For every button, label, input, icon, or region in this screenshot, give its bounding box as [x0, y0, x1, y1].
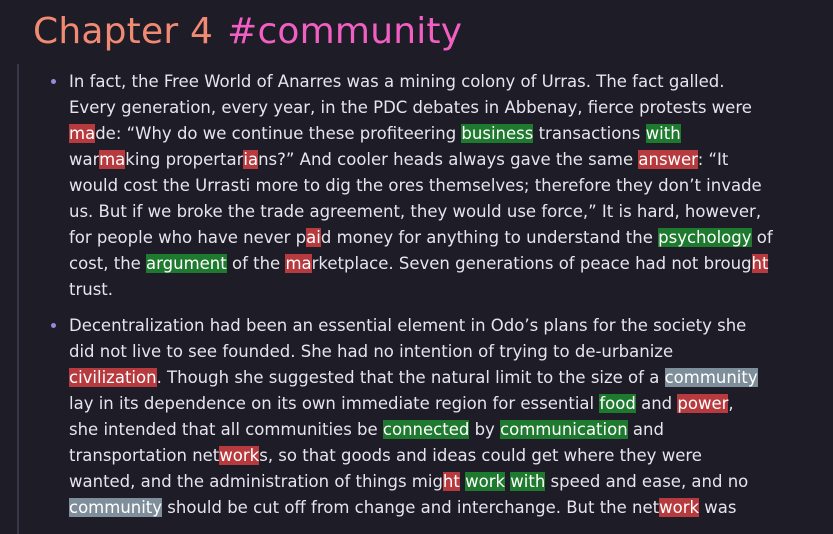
text-segment: did not live to see founded. She had no …: [69, 342, 674, 361]
text-line: warmaking propertarians?” And cooler hea…: [69, 147, 817, 173]
text-line: Decentralization had been an essential e…: [69, 313, 817, 339]
highlighted-word-red[interactable]: work: [219, 446, 260, 465]
text-segment: transportation net: [69, 446, 220, 465]
text-segment: cost, the: [69, 254, 147, 273]
text-segment: : “It: [697, 150, 729, 169]
bullet-dot: [51, 79, 56, 84]
text-segment: rketplace. Seven generations of peace ha…: [311, 254, 752, 273]
highlighted-word-red[interactable]: ai: [306, 228, 321, 247]
text-segment: de: “Why do we continue these profiteeri…: [95, 124, 462, 143]
text-line: us. But if we broke the trade agreement,…: [69, 199, 817, 225]
text-line: civilization. Though she suggested that …: [69, 365, 817, 391]
text-segment: wanted, and the administration of things…: [69, 472, 443, 491]
highlighted-word-red[interactable]: power: [677, 394, 729, 413]
highlighted-word-gray[interactable]: community: [664, 368, 758, 387]
highlighted-word-red[interactable]: ma: [99, 150, 126, 169]
text-segment: of the: [226, 254, 286, 273]
highlighted-word-green[interactable]: work: [465, 472, 506, 491]
text-segment: Decentralization had been an essential e…: [69, 316, 747, 335]
text-line: for people who have never paid money for…: [69, 225, 817, 251]
text-segment: us. But if we broke the trade agreement,…: [69, 202, 762, 221]
highlighted-word-green[interactable]: argument: [146, 254, 227, 273]
text-segment: king propertar: [125, 150, 244, 169]
text-line: cost, the argument of the marketplace. S…: [69, 251, 817, 277]
highlighted-word-green[interactable]: with: [510, 472, 546, 491]
highlighted-word-green[interactable]: connected: [382, 420, 470, 439]
bullet-dot: [51, 323, 56, 328]
text-segment: ns?” And cooler heads always gave the sa…: [258, 150, 639, 169]
text-segment: she intended that all communities be: [69, 420, 383, 439]
text-segment: ,: [728, 394, 734, 413]
text-line: transportation networks, so that goods a…: [69, 443, 817, 469]
highlighted-word-red[interactable]: answer: [638, 150, 698, 169]
text-segment: war: [69, 150, 100, 169]
highlighted-word-red[interactable]: ma: [69, 124, 96, 143]
text-line: wanted, and the administration of things…: [69, 469, 817, 495]
text-segment: d money for anything to understand the: [320, 228, 659, 247]
bullet-item: Decentralization had been an essential e…: [47, 313, 817, 521]
highlighted-word-red[interactable]: ma: [285, 254, 312, 273]
bullet-paragraph: In fact, the Free World of Anarres was a…: [69, 69, 817, 303]
text-line: community should be cut off from change …: [69, 495, 817, 521]
text-line: In fact, the Free World of Anarres was a…: [69, 69, 817, 95]
text-segment: by: [469, 420, 501, 439]
text-line: made: “Why do we continue these profitee…: [69, 121, 817, 147]
text-segment: In fact, the Free World of Anarres was a…: [69, 72, 725, 91]
text-line: did not live to see founded. She had no …: [69, 339, 817, 365]
text-line: she intended that all communities be con…: [69, 417, 817, 443]
text-segment: speed and ease, and no: [545, 472, 749, 491]
text-segment: transactions: [533, 124, 646, 143]
highlighted-word-green[interactable]: with: [645, 124, 681, 143]
highlighted-word-green[interactable]: communication: [500, 420, 628, 439]
highlighted-word-green[interactable]: psychology: [658, 228, 752, 247]
text-segment: was: [699, 498, 737, 517]
text-line: trust.: [69, 277, 817, 303]
text-segment: . Though she suggested that the natural …: [156, 368, 665, 387]
text-line: Every generation, every year, in the PDC…: [69, 95, 817, 121]
highlighted-word-green[interactable]: business: [461, 124, 534, 143]
text-segment: and: [635, 394, 678, 413]
highlighted-word-gray[interactable]: community: [69, 498, 163, 517]
text-line: lay in its dependence on its own immedia…: [69, 391, 817, 417]
text-segment: s, so that goods and ideas could get whe…: [259, 446, 702, 465]
highlighted-word-red[interactable]: ht: [442, 472, 460, 491]
page-title: Chapter 4 #community: [33, 8, 462, 56]
text-segment: should be cut off from change and interc…: [162, 498, 660, 517]
community-tag[interactable]: #community: [227, 11, 462, 52]
text-segment: lay in its dependence on its own immedia…: [69, 394, 600, 413]
highlighted-word-red[interactable]: ht: [751, 254, 769, 273]
text-segment: Every generation, every year, in the PDC…: [69, 98, 752, 117]
content-border: [17, 64, 19, 534]
text-segment: for people who have never p: [69, 228, 307, 247]
bullet-paragraph: Decentralization had been an essential e…: [69, 313, 817, 521]
highlighted-word-green[interactable]: food: [599, 394, 636, 413]
highlighted-word-red[interactable]: ia: [243, 150, 259, 169]
text-segment: would cost the Urrasti more to dig the o…: [69, 176, 762, 195]
text-segment: and: [627, 420, 664, 439]
text-segment: of: [751, 228, 773, 247]
text-line: would cost the Urrasti more to dig the o…: [69, 173, 817, 199]
chapter-heading: Chapter 4: [33, 11, 214, 52]
highlighted-word-red[interactable]: civilization: [69, 368, 157, 387]
bullet-item: In fact, the Free World of Anarres was a…: [47, 69, 817, 303]
bullet-list: In fact, the Free World of Anarres was a…: [47, 69, 817, 531]
highlighted-word-red[interactable]: work: [659, 498, 700, 517]
text-segment: trust.: [69, 280, 114, 299]
